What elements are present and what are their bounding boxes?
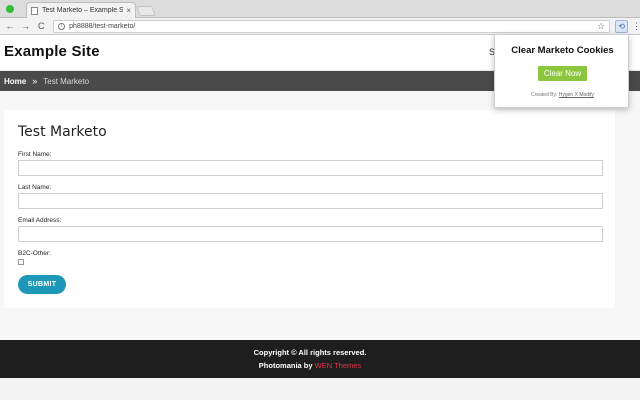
- breadcrumb-current: Test Marketo: [43, 76, 90, 86]
- extension-cookie-icon[interactable]: ⟲: [615, 19, 628, 33]
- window-zoom-icon[interactable]: [6, 5, 14, 13]
- footer-theme-link[interactable]: WEN Themes: [315, 361, 362, 370]
- bookmark-star-icon[interactable]: ☆: [597, 21, 605, 32]
- page-title: Test Marketo: [18, 124, 107, 140]
- email-label: Email Address:: [18, 217, 62, 224]
- browser-tab[interactable]: Test Marketo – Example Site ×: [26, 2, 136, 18]
- tab-title: Test Marketo – Example Site: [42, 7, 124, 14]
- site-title[interactable]: Example Site: [4, 43, 100, 60]
- first-name-label: First Name:: [18, 151, 52, 158]
- browser-tab-bar: Test Marketo – Example Site ×: [0, 0, 640, 18]
- footer-copyright: Copyright © All rights reserved.: [253, 348, 367, 357]
- url-text[interactable]: ph8888/test-marketo/: [69, 23, 597, 30]
- submit-button[interactable]: SUBMIT: [18, 275, 66, 294]
- email-field[interactable]: [18, 226, 603, 242]
- tab-close-icon[interactable]: ×: [126, 6, 131, 15]
- popup-credit: Created By: Hygen X Modify: [495, 92, 630, 98]
- clear-now-button[interactable]: Clear Now: [538, 66, 587, 81]
- site-footer: [0, 340, 640, 378]
- extension-popup: Clear Marketo Cookies Clear Now Created …: [494, 34, 629, 108]
- page-icon: [31, 6, 38, 15]
- back-arrow-icon[interactable]: ←: [4, 20, 16, 32]
- page-bottom: [0, 378, 640, 400]
- browser-menu-icon[interactable]: ⋮: [632, 21, 640, 32]
- first-name-field[interactable]: [18, 160, 603, 176]
- address-bar[interactable]: i ph8888/test-marketo/ ☆: [53, 19, 611, 33]
- b2c-other-checkbox[interactable]: [18, 259, 24, 265]
- breadcrumb-home-link[interactable]: Home: [4, 77, 26, 86]
- popup-author-link[interactable]: Hygen X Modify: [559, 92, 594, 98]
- reload-icon[interactable]: C: [35, 20, 47, 32]
- breadcrumb-separator-icon: »: [32, 76, 38, 86]
- last-name-field[interactable]: [18, 193, 603, 209]
- popup-credit-prefix: Created By:: [530, 92, 559, 98]
- new-tab-button[interactable]: [136, 6, 156, 16]
- last-name-label: Last Name:: [18, 184, 52, 191]
- b2c-other-label: B2C-Other:: [18, 250, 51, 257]
- footer-credit: Photomania by WEN Themes: [0, 361, 620, 370]
- footer-credit-prefix: Photomania by: [258, 361, 315, 370]
- forward-arrow-icon[interactable]: →: [20, 20, 32, 32]
- popup-title: Clear Marketo Cookies: [511, 45, 614, 56]
- info-icon[interactable]: i: [58, 22, 66, 30]
- browser-toolbar: ← → C i ph8888/test-marketo/ ☆ ⟲ ⋮: [0, 18, 640, 35]
